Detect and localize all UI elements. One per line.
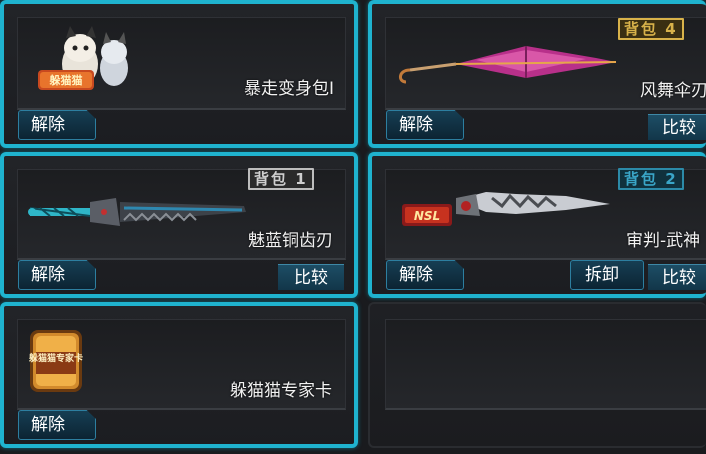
compare-button[interactable]: 比较: [648, 264, 706, 290]
item-name: 审判-武神: [626, 231, 701, 251]
slot-card-4[interactable]: 背包 2 NSL 审判-武神 解除 拆卸 比较: [368, 152, 706, 298]
unequip-button[interactable]: 解除: [18, 410, 96, 440]
slot-card-5[interactable]: 躲猫猫专家卡 躲猫猫专家卡 解除: [0, 302, 358, 448]
unequip-button[interactable]: 解除: [18, 260, 96, 290]
item-name: 躲猫猫专家卡: [230, 381, 332, 401]
item-name: 魅蓝铜齿刃: [248, 231, 333, 251]
nsl-logo: NSL: [414, 209, 440, 223]
compare-button[interactable]: 比较: [648, 114, 706, 140]
card-logo-text: 躲猫猫专家卡: [29, 352, 83, 364]
backpack-badge: 背包 1: [248, 168, 314, 190]
unequip-button[interactable]: 解除: [386, 260, 464, 290]
item-name: 风舞伞刃: [640, 81, 706, 101]
compare-button[interactable]: 比较: [278, 264, 344, 290]
slot-card-2[interactable]: 背包 4 风舞伞刃 解除 比较: [368, 0, 706, 148]
dismantle-button[interactable]: 拆卸: [570, 260, 644, 290]
backpack-badge: 背包 4: [618, 18, 684, 40]
empty-slot-card[interactable]: [368, 302, 706, 448]
slot-card-1[interactable]: 躲猫猫 暴走变身包I 解除: [0, 0, 358, 148]
unequip-button[interactable]: 解除: [386, 110, 464, 140]
cat-costume-icon: 躲猫猫: [38, 26, 128, 90]
slot-card-3[interactable]: 背包 1 魅蓝铜齿刃 解除 比较: [0, 152, 358, 298]
unequip-button[interactable]: 解除: [18, 110, 96, 140]
hide-seek-expert-card-icon: 躲猫猫专家卡: [29, 330, 83, 392]
svg-text:躲猫猫: 躲猫猫: [50, 73, 83, 87]
judgment-blade-icon: NSL: [402, 192, 610, 226]
item-name: 暴走变身包I: [244, 79, 335, 99]
blue-serrated-blade-icon: [28, 198, 246, 226]
empty-preview-area: [385, 319, 706, 410]
umbrella-blade-icon: [399, 46, 617, 84]
backpack-badge: 背包 2: [618, 168, 684, 190]
